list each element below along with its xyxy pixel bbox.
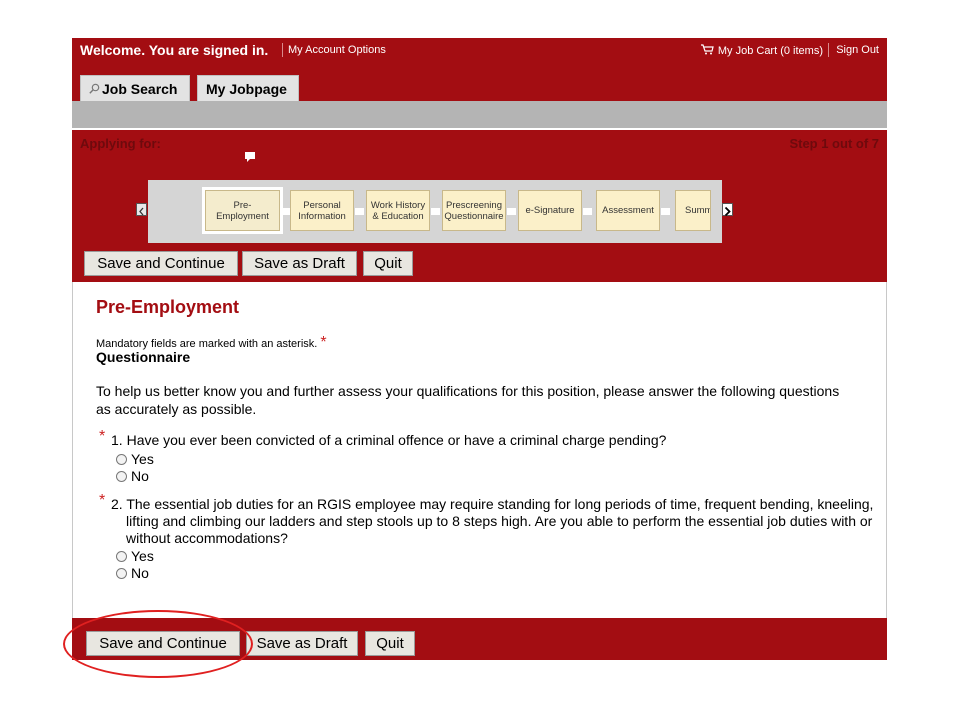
job-cart-label: My Job Cart (0 items): [717, 45, 823, 57]
question-label: The essential job duties for an RGIS emp…: [126, 496, 874, 546]
step-label: Prescreening Questionnaire: [444, 199, 504, 222]
step-connector: [507, 208, 516, 215]
intro-text: To help us better know you and further a…: [96, 383, 840, 417]
question-label: Have you ever been convicted of a crimin…: [126, 432, 667, 448]
step-connector: [355, 208, 364, 215]
applying-for-label: Applying for:: [80, 136, 161, 151]
step-personal-information[interactable]: Personal Information: [290, 190, 354, 231]
step-connector: [661, 208, 670, 215]
scroll-left-button[interactable]: [136, 203, 147, 216]
page-title: Pre-Employment: [96, 297, 240, 317]
divider: [282, 43, 283, 57]
save-draft-button-bottom[interactable]: Save as Draft: [246, 631, 358, 656]
step-pre-employment[interactable]: Pre- Employment: [202, 187, 283, 234]
question-number: 1.: [111, 432, 123, 448]
option-label: Yes: [131, 548, 154, 564]
radio-button[interactable]: [116, 568, 127, 579]
step-label: Personal Information: [298, 199, 346, 222]
my-account-options-link[interactable]: My Account Options: [288, 44, 386, 56]
chevron-left-icon: [139, 207, 144, 216]
progress-panel: Applying for: Step 1 out of 7 Pre- Emplo…: [72, 130, 887, 282]
required-asterisk: *: [99, 428, 106, 445]
tab-row: Job Search My Jobpage: [72, 63, 887, 101]
radio-button[interactable]: [116, 454, 127, 465]
question-1-option-no[interactable]: No: [116, 468, 149, 484]
top-bar: Welcome. You are signed in. My Account O…: [72, 38, 887, 63]
step-summary[interactable]: Summ: [675, 190, 711, 231]
form-content: Pre-Employment Mandatory fields are mark…: [72, 282, 887, 618]
job-cart-link[interactable]: My Job Cart (0 items): [700, 44, 823, 57]
question-2-option-yes[interactable]: Yes: [116, 548, 154, 564]
radio-button[interactable]: [116, 551, 127, 562]
step-label: Pre- Employment: [216, 199, 269, 222]
highlight-annotation: [63, 610, 253, 678]
section-title: Questionnaire: [96, 349, 191, 365]
save-continue-button-top[interactable]: Save and Continue: [84, 251, 238, 276]
asterisk-marker: *: [320, 334, 327, 351]
question-2-option-no[interactable]: No: [116, 565, 149, 581]
option-label: No: [131, 468, 149, 484]
tab-job-search[interactable]: Job Search: [80, 75, 190, 101]
step-connector: [431, 208, 440, 215]
question-1-option-yes[interactable]: Yes: [116, 451, 154, 467]
step-label: Work History & Education: [370, 199, 426, 222]
step-connector: [583, 208, 592, 215]
chevron-right-icon: [724, 206, 731, 217]
required-asterisk: *: [99, 492, 106, 509]
question-text: 2. The essential job duties for an RGIS …: [111, 496, 874, 547]
scroll-right-button[interactable]: [722, 203, 733, 217]
step-label: Summ: [685, 205, 711, 216]
question-text: 1. Have you ever been convicted of a cri…: [111, 432, 871, 449]
step-track: Pre- Employment Personal Information Wor…: [148, 180, 722, 243]
application-frame: Welcome. You are signed in. My Account O…: [72, 38, 887, 660]
question-number: 2.: [111, 496, 123, 512]
search-icon: [89, 83, 100, 94]
option-label: No: [131, 565, 149, 581]
welcome-message: Welcome. You are signed in.: [80, 42, 269, 58]
save-draft-button-top[interactable]: Save as Draft: [242, 251, 357, 276]
subnav-band: [72, 101, 887, 128]
cart-icon: [700, 44, 714, 55]
step-label: e-Signature: [525, 205, 575, 216]
sign-out-link[interactable]: Sign Out: [836, 44, 879, 56]
step-e-signature[interactable]: e-Signature: [518, 190, 582, 231]
radio-button[interactable]: [116, 471, 127, 482]
tab-label: My Jobpage: [206, 81, 287, 97]
divider: [828, 43, 829, 57]
step-work-history[interactable]: Work History & Education: [366, 190, 430, 231]
step-label: Assessment: [602, 205, 654, 216]
comment-icon: [245, 152, 255, 162]
step-indicator: Step 1 out of 7: [789, 136, 879, 151]
quit-button-bottom[interactable]: Quit: [365, 631, 415, 656]
tab-my-jobpage[interactable]: My Jobpage: [197, 75, 299, 101]
step-assessment[interactable]: Assessment: [596, 190, 660, 231]
quit-button-top[interactable]: Quit: [363, 251, 413, 276]
option-label: Yes: [131, 451, 154, 467]
tab-label: Job Search: [102, 81, 178, 97]
step-prescreening[interactable]: Prescreening Questionnaire: [442, 190, 506, 231]
